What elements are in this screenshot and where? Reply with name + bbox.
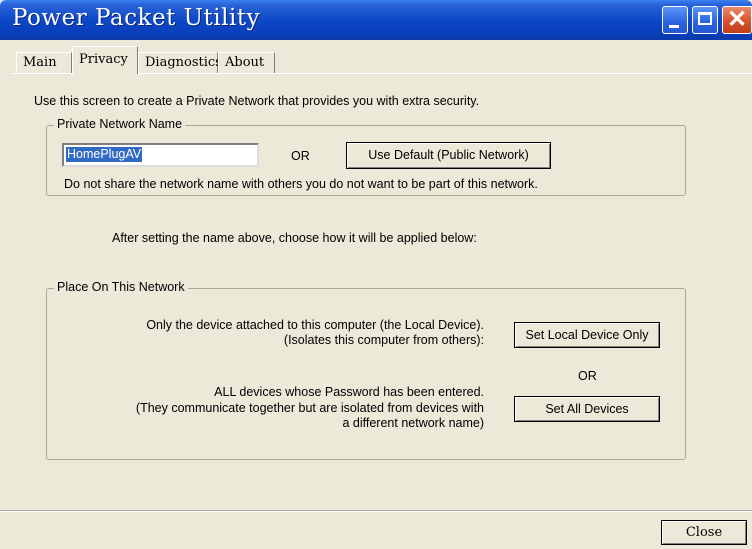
title-bar[interactable]: Power Packet Utility ✕ [0, 0, 752, 40]
private-network-legend: Private Network Name [54, 117, 186, 131]
network-name-value: HomePlugAV [66, 147, 143, 162]
local-device-text-1: Only the device attached to this compute… [146, 318, 484, 332]
tab-main[interactable]: Main [16, 52, 72, 73]
close-window-button[interactable]: ✕ [722, 6, 752, 34]
all-devices-text-2: (They communicate together but are isola… [135, 401, 484, 415]
network-name-input[interactable]: HomePlugAV [62, 143, 259, 167]
after-setting-text: After setting the name above, choose how… [112, 231, 477, 245]
set-local-device-only-button[interactable]: Set Local Device Only [514, 322, 660, 348]
or-label-2: OR [578, 369, 597, 383]
footer-divider [0, 510, 752, 512]
network-name-warning: Do not share the network name with other… [64, 177, 538, 191]
all-devices-text-3: a different network name) [342, 416, 484, 430]
or-label: OR [291, 149, 310, 163]
all-devices-text-1: ALL devices whose Password has been ente… [214, 385, 484, 399]
close-icon: ✕ [726, 6, 748, 33]
minimize-icon [669, 25, 679, 28]
use-default-button[interactable]: Use Default (Public Network) [346, 142, 551, 169]
minimize-button[interactable] [662, 6, 688, 34]
maximize-icon [698, 12, 712, 25]
tab-diagnostics[interactable]: Diagnostics [138, 52, 222, 73]
window: Power Packet Utility ✕ Main Privacy Diag… [0, 0, 752, 549]
maximize-button[interactable] [692, 6, 718, 34]
window-title: Power Packet Utility [12, 5, 261, 31]
close-button[interactable]: Close [661, 520, 747, 545]
tab-about[interactable]: About [218, 52, 275, 73]
intro-text: Use this screen to create a Private Netw… [34, 94, 480, 108]
set-all-devices-button[interactable]: Set All Devices [514, 396, 660, 422]
tab-privacy[interactable]: Privacy [72, 46, 138, 74]
place-on-network-legend: Place On This Network [54, 280, 188, 294]
local-device-text-2: (Isolates this computer from others): [283, 333, 484, 347]
